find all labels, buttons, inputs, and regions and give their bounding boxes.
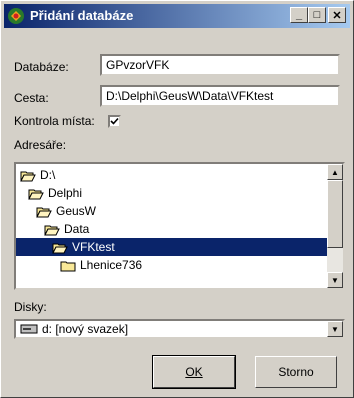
- maximize-button[interactable]: □: [308, 7, 326, 23]
- ok-button[interactable]: OK: [152, 355, 236, 389]
- database-icon: [8, 8, 24, 24]
- scroll-thumb[interactable]: [327, 180, 343, 248]
- directories-label: Adresáře:: [14, 138, 67, 152]
- scroll-down-button[interactable]: ▼: [327, 272, 343, 288]
- location-checkbox[interactable]: [108, 115, 121, 128]
- disk-dropdown-button[interactable]: ▼: [327, 321, 343, 337]
- open-folder-icon: [44, 225, 60, 236]
- arrow-up-icon: ▲: [331, 167, 339, 177]
- path-input[interactable]: D:\Delphi\GeusW\Data\VFKtest: [100, 85, 340, 107]
- location-check-label: Kontrola místa:: [14, 114, 95, 128]
- window-title: Přidání databáze: [30, 8, 134, 23]
- open-folder-icon: [36, 207, 52, 218]
- disk-select[interactable]: d: [nový svazek] ▼: [14, 319, 345, 339]
- open-folder-icon: [52, 243, 68, 254]
- checkmark-icon: [110, 117, 119, 125]
- dir-item-delphi[interactable]: Delphi: [28, 184, 82, 202]
- open-folder-icon: [20, 171, 36, 182]
- dir-item-root[interactable]: D:\: [20, 166, 55, 184]
- close-icon: ✕: [332, 9, 342, 22]
- database-label: Databáze:: [14, 60, 69, 74]
- scroll-up-button[interactable]: ▲: [327, 164, 343, 180]
- minimize-icon: _: [295, 9, 303, 21]
- dialog-window: Přidání databáze _ □ ✕ Databáze: GPvzorV…: [0, 0, 354, 398]
- disk-select-value: d: [nový svazek]: [42, 322, 129, 336]
- minimize-button[interactable]: _: [290, 7, 308, 23]
- open-folder-icon: [28, 189, 44, 200]
- dir-item-data[interactable]: Data: [44, 220, 89, 238]
- maximize-icon: □: [313, 9, 321, 21]
- drive-icon: [20, 324, 38, 334]
- directories-scrollbar[interactable]: ▲ ▼: [327, 164, 343, 288]
- title-bar[interactable]: Přidání databáze _ □ ✕: [4, 4, 350, 28]
- chevron-down-icon: ▼: [331, 324, 339, 334]
- disks-label: Disky:: [14, 300, 47, 314]
- dir-item-geusw[interactable]: GeusW: [36, 202, 96, 220]
- cancel-button[interactable]: Storno: [255, 356, 337, 388]
- arrow-down-icon: ▼: [331, 275, 339, 285]
- close-button[interactable]: ✕: [328, 7, 346, 23]
- directories-list[interactable]: D:\ Delphi GeusW Data VFKtest Lhenice736…: [14, 162, 345, 290]
- path-label: Cesta:: [14, 91, 49, 105]
- closed-folder-icon: [60, 261, 76, 272]
- dir-item-vfktest[interactable]: VFKtest: [16, 238, 327, 256]
- database-input[interactable]: GPvzorVFK: [100, 54, 340, 76]
- dir-item-lhenice736[interactable]: Lhenice736: [60, 256, 142, 274]
